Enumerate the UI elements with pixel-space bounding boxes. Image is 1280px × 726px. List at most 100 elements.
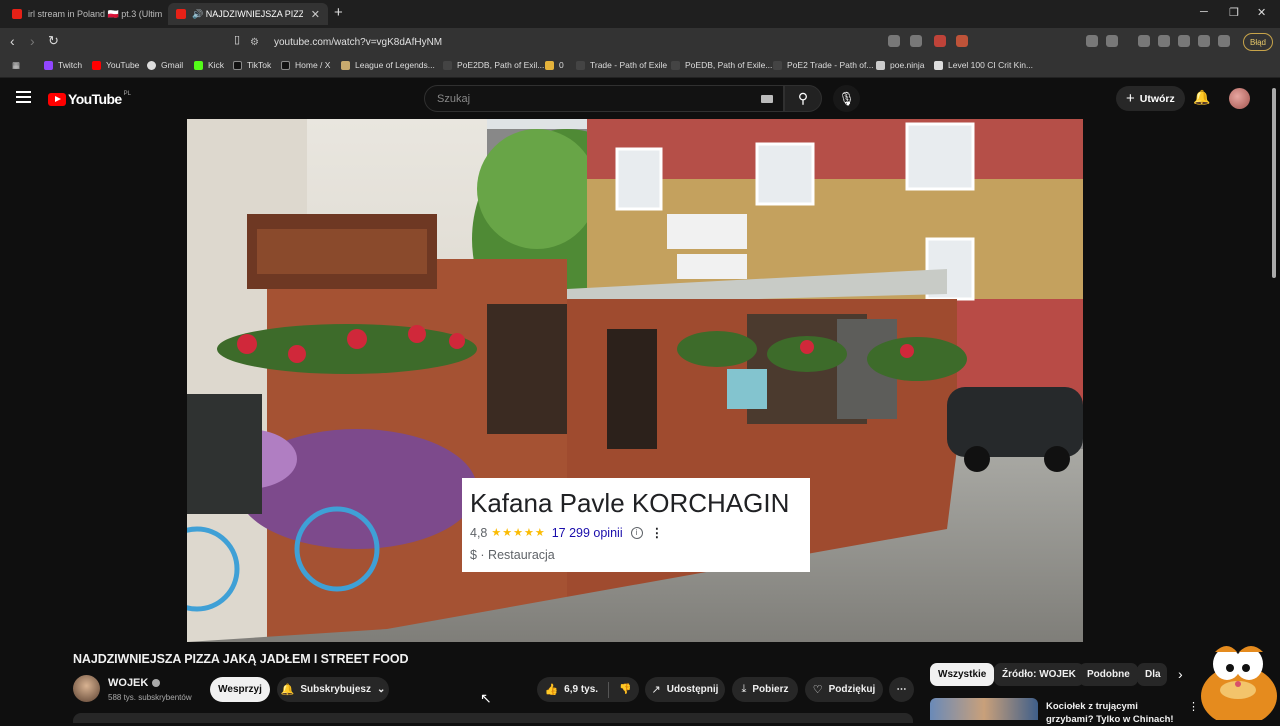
- chip-all[interactable]: Wszystkie: [930, 663, 995, 686]
- download-button[interactable]: ⤓ Pobierz: [732, 677, 798, 702]
- chevron-right-icon[interactable]: ›: [1178, 666, 1183, 682]
- extensions-icon[interactable]: [1086, 35, 1098, 47]
- bookmark-poe2db[interactable]: PoE2DB, Path of Exil...: [443, 60, 544, 70]
- close-tab-icon[interactable]: ✕: [311, 8, 320, 21]
- like-icon[interactable]: 👍: [544, 683, 558, 696]
- share-icon[interactable]: [910, 35, 922, 47]
- kick-icon: [194, 60, 203, 70]
- keyboard-icon[interactable]: [761, 95, 773, 103]
- channel-name[interactable]: WOJEK: [108, 677, 161, 689]
- recommendation-title[interactable]: Kociołek z trującymi grzybami? Tylko w C…: [1046, 700, 1186, 726]
- browser-tab[interactable]: irl stream in Poland 🇵🇱 pt.3 (Ultimate: [4, 3, 162, 25]
- youtube-play-icon: [48, 92, 66, 106]
- apps-icon[interactable]: ▦: [12, 60, 20, 71]
- bookmark-tiktok[interactable]: TikTok: [233, 60, 271, 70]
- sidebar-icon[interactable]: [1106, 35, 1118, 47]
- address-bar: ‹ › ↻ ▯ ⚙ youtube.com/watch?v=vgK8dAfHyN…: [0, 28, 1280, 56]
- channel-avatar[interactable]: [73, 675, 100, 702]
- reload-icon[interactable]: ↻: [48, 33, 59, 49]
- page-scrollbar[interactable]: [1272, 88, 1276, 278]
- rating-stars-icon: ★★★★★: [491, 527, 546, 539]
- bookmark-poe2-trade[interactable]: PoE2 Trade - Path of...: [773, 60, 873, 70]
- subscriber-count: 588 tys. subskrybentów: [108, 693, 192, 702]
- league-icon: [341, 60, 350, 70]
- twitch-icon: [44, 60, 53, 70]
- video-player[interactable]: Kafana Pavle KORCHAGIN 4,8 ★★★★★ 17 299 …: [187, 119, 1083, 642]
- thanks-button[interactable]: ♡ Podziękuj: [805, 677, 883, 702]
- chip-related[interactable]: Podobne: [1079, 663, 1138, 686]
- bookmark-poedb[interactable]: PoEDB, Path of Exile...: [671, 60, 772, 70]
- youtube-favicon-icon: [176, 9, 186, 19]
- voice-search-button[interactable]: 🎙: [833, 85, 860, 112]
- reader-icon[interactable]: [1158, 35, 1170, 47]
- like-dislike-group: 👍 6,9 tys. 👎: [537, 677, 639, 702]
- bookmark-youtube[interactable]: YouTube: [92, 60, 139, 70]
- mic-icon: 🎙: [838, 90, 855, 106]
- url-field[interactable]: ⚙ youtube.com/watch?v=vgK8dAfHyNM: [250, 32, 980, 52]
- ai-icon[interactable]: [1198, 35, 1210, 47]
- back-icon[interactable]: ‹: [10, 33, 15, 49]
- bookmark-kick[interactable]: Kick: [194, 60, 224, 70]
- bookmark-folder[interactable]: 0: [545, 60, 564, 70]
- bookmark-gmail[interactable]: Gmail: [147, 60, 183, 70]
- mouse-cursor-icon: ↖: [480, 690, 492, 706]
- vpn-icon[interactable]: [1218, 35, 1230, 47]
- youtube-logo[interactable]: YouTube PL: [48, 91, 131, 107]
- search-icon: ⚲: [797, 90, 809, 106]
- url-text: youtube.com/watch?v=vgK8dAfHyNM: [274, 36, 443, 48]
- more-actions-button[interactable]: ⋯: [889, 677, 914, 702]
- x-icon: [281, 60, 290, 70]
- thanks-icon: ♡: [812, 684, 823, 696]
- bookmark-trade[interactable]: Trade - Path of Exile: [576, 60, 667, 70]
- restore-icon[interactable]: ❐: [1229, 6, 1239, 19]
- dislike-icon[interactable]: 👎: [619, 684, 631, 695]
- poe2-trade-icon: [773, 60, 782, 70]
- plus-icon: +: [1126, 90, 1135, 107]
- brave-shield-icon[interactable]: [934, 35, 946, 47]
- profile-status-button[interactable]: Błąd: [1242, 33, 1273, 51]
- youtube-header: YouTube PL Szukaj ⚲ 🎙 + Utwórz 🔔: [0, 79, 1280, 119]
- cast-icon[interactable]: [888, 35, 900, 47]
- poe-trade-icon: [576, 60, 585, 70]
- support-button[interactable]: Wesprzyj: [210, 677, 270, 702]
- menu-icon[interactable]: [16, 91, 31, 106]
- like-count[interactable]: 6,9 tys.: [564, 684, 598, 695]
- poedb-icon: [671, 60, 680, 70]
- more-vert-icon: ⋮: [650, 526, 664, 540]
- share-button[interactable]: ↗ Udostępnij: [645, 677, 725, 702]
- minimize-icon[interactable]: ─: [1200, 6, 1208, 18]
- bookmark-poe-ninja[interactable]: poe.ninja: [876, 60, 925, 70]
- new-tab-button[interactable]: +: [334, 4, 343, 21]
- chip-for-you[interactable]: Dla: [1137, 663, 1167, 686]
- notifications-bell-icon[interactable]: 🔔: [1193, 89, 1210, 106]
- rating-row: 4,8 ★★★★★ 17 299 opinii i ⋮: [470, 525, 664, 541]
- folder-icon: [545, 60, 554, 70]
- bookmark-league[interactable]: League of Legends...: [341, 60, 435, 70]
- recommendation-thumbnail[interactable]: [930, 698, 1038, 720]
- browser-tab-active[interactable]: 🔊 NAJDZIWNIEJSZA PIZZA JAKĄ ✕: [168, 3, 328, 25]
- account-avatar[interactable]: [1229, 88, 1250, 109]
- rewards-icon[interactable]: [956, 35, 968, 47]
- search-button[interactable]: ⚲: [784, 85, 822, 112]
- chip-source[interactable]: Źródło: WOJEK: [994, 663, 1084, 686]
- bell-icon: 🔔: [280, 684, 295, 696]
- search-input[interactable]: Szukaj: [424, 85, 784, 112]
- subscribed-button[interactable]: 🔔 Subskrybujesz ⌄: [277, 677, 389, 702]
- bookmark-twitch[interactable]: Twitch: [44, 60, 82, 70]
- site-info-icon[interactable]: ⚙: [250, 37, 262, 48]
- bookmarks-bar: ▦ Twitch YouTube Gmail Kick TikTok Home …: [0, 56, 1280, 78]
- bookmark-level100[interactable]: Level 100 CI Crit Kin...: [934, 60, 1033, 70]
- poe2db-icon: [443, 60, 452, 70]
- place-name: Kafana Pavle KORCHAGIN: [470, 488, 790, 518]
- music-icon[interactable]: [1138, 35, 1150, 47]
- place-category: $ · Restauracja: [470, 548, 555, 562]
- wallet-icon[interactable]: [1178, 35, 1190, 47]
- bookmark-x[interactable]: Home / X: [281, 60, 330, 70]
- more-horiz-icon: ⋯: [896, 684, 907, 695]
- tab-label: 🔊 NAJDZIWNIEJSZA PIZZA JAKĄ: [192, 8, 303, 19]
- create-button[interactable]: + Utwórz: [1116, 86, 1185, 111]
- close-window-icon[interactable]: ✕: [1257, 6, 1266, 19]
- description-box[interactable]: [73, 713, 913, 723]
- forward-icon[interactable]: ›: [30, 33, 35, 49]
- bookmark-icon[interactable]: ▯: [234, 33, 240, 46]
